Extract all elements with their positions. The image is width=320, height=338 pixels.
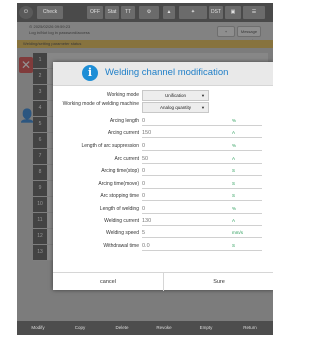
bottom-toolbar: Modify Copy Delete Revoke Empty Return xyxy=(17,321,273,335)
mode-indicator: ✦ xyxy=(179,6,207,19)
field-unit: % xyxy=(232,206,237,211)
form-row: Arcing current 150 A xyxy=(53,127,273,139)
select-value: Unification xyxy=(164,93,186,98)
modify-button[interactable]: Modify xyxy=(17,321,59,335)
field-label: Length of welding xyxy=(99,206,139,212)
menu-icon[interactable]: ☰ xyxy=(243,6,265,19)
field-label: Arcing time(stop) xyxy=(101,168,139,174)
chevron-down-icon: ▼ xyxy=(201,93,205,98)
gear-icon[interactable]: ⚙ xyxy=(139,6,159,19)
field-label: Length of arc suppression xyxy=(81,143,139,149)
speed-indicator: ▣ xyxy=(225,6,241,19)
field-label: Arc current xyxy=(114,156,139,162)
lock-icon[interactable]: ▲ xyxy=(163,6,175,19)
field-unit: A xyxy=(232,218,236,223)
app-screen: ⏻ Check OFF Stat TT ⚙ ▲ ✦ DST ▣ ☰ ⊙ 2025… xyxy=(17,3,273,335)
return-button[interactable]: Return xyxy=(227,321,273,335)
tt-indicator: TT xyxy=(121,6,135,19)
form-row: Withdrawal time 0.0 S xyxy=(53,240,273,252)
field-label: Withdrawal time xyxy=(103,243,139,249)
top-status-bar: ⏻ Check OFF Stat TT ⚙ ▲ ✦ DST ▣ ☰ xyxy=(17,3,273,22)
stat-indicator: Stat xyxy=(105,6,119,19)
form-row: Arcing length 0% xyxy=(53,115,273,127)
form-row: Arc current 50 A xyxy=(53,153,273,165)
chevron-down-icon: ▼ xyxy=(201,105,205,110)
field-unit: % xyxy=(232,143,237,148)
field-unit: S xyxy=(232,193,236,198)
form-row: Arcing time(stop) 0 S xyxy=(53,165,273,177)
field-label: Arcing length xyxy=(109,118,139,124)
field-label: Arc stopping time xyxy=(100,193,139,199)
off-indicator: OFF xyxy=(87,6,103,19)
select-value: Analog quantity xyxy=(159,105,192,110)
empty-button[interactable]: Empty xyxy=(185,321,227,335)
field-label: Welding current xyxy=(104,218,139,224)
field-unit: mm/s xyxy=(232,230,243,235)
field-unit: S xyxy=(232,243,236,248)
field-select[interactable]: Unification ▼ xyxy=(142,90,209,101)
cancel-button[interactable]: cancel xyxy=(53,273,164,291)
field-unit: A xyxy=(232,156,236,161)
welding-channel-dialog: i Welding channel modification Working m… xyxy=(53,62,273,291)
field-label: Working mode xyxy=(106,92,139,98)
dialog-buttons: cancel Sure xyxy=(53,272,273,291)
delete-button[interactable]: Delete xyxy=(101,321,143,335)
form-row: Length of welding 0% xyxy=(53,203,273,215)
form-row: Working mode of welding machine Analog qu… xyxy=(53,101,273,113)
field-label: Arcing current xyxy=(107,130,139,136)
form-row: Working mode Unification ▼ xyxy=(53,89,273,101)
copy-button[interactable]: Copy xyxy=(59,321,101,335)
form-row: Length of arc suppression 0% xyxy=(53,140,273,152)
power-icon[interactable]: ⏻ xyxy=(19,6,33,19)
dialog-header: i Welding channel modification xyxy=(53,62,273,86)
dialog-title: Welding channel modification xyxy=(105,67,229,78)
field-label: Welding speed xyxy=(106,230,139,236)
check-button[interactable]: Check xyxy=(37,6,63,19)
form-row: Arcing time(move) 0 S xyxy=(53,178,273,190)
field-unit: S xyxy=(232,181,236,186)
field-label: Working mode of welding machine xyxy=(62,100,139,107)
field-label: Arcing time(move) xyxy=(98,181,139,187)
dst-indicator: DST xyxy=(209,6,223,19)
field-unit: % xyxy=(232,118,237,123)
form-row: Welding current 130 A xyxy=(53,215,273,227)
form-row: Welding speed 5 mm/s xyxy=(53,227,273,239)
info-icon: i xyxy=(82,65,98,81)
sure-button[interactable]: Sure xyxy=(164,273,273,291)
field-unit: S xyxy=(232,168,236,173)
form-row: Arc stopping time 0 S xyxy=(53,190,273,202)
field-select[interactable]: Analog quantity ▼ xyxy=(142,102,209,113)
field-unit: A xyxy=(232,130,236,135)
revoke-button[interactable]: Revoke xyxy=(143,321,185,335)
